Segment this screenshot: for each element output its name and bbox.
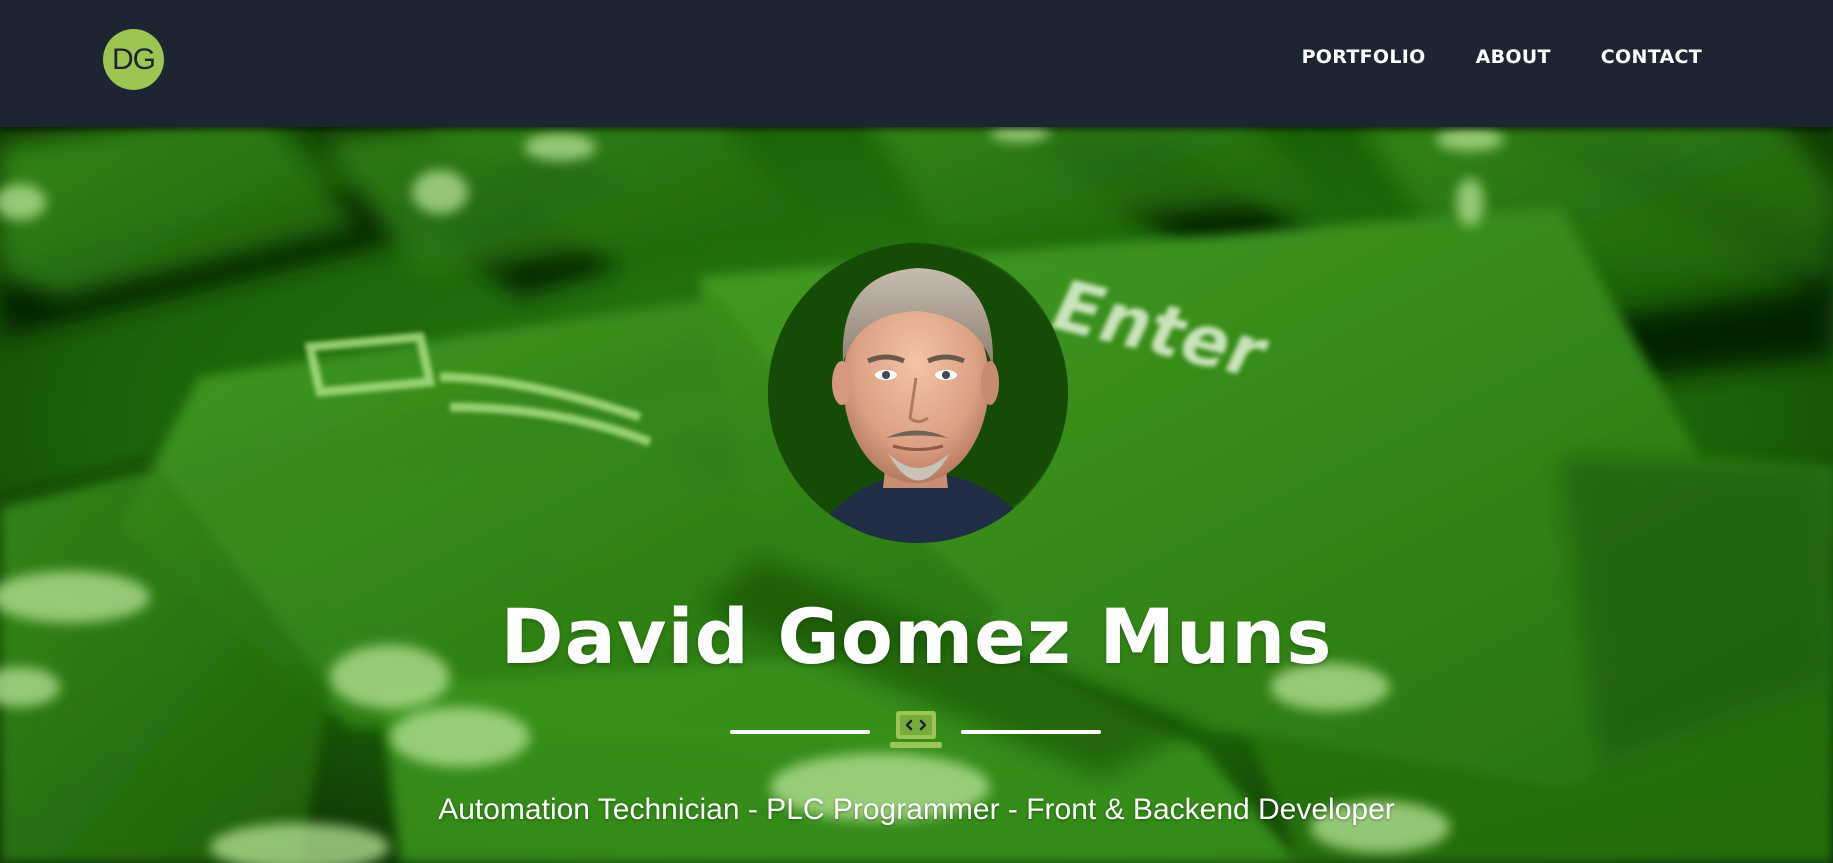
navbar: DG PORTFOLIO ABOUT CONTACT [0, 0, 1833, 127]
divider-line-left [730, 730, 870, 734]
laptop-code-icon [890, 711, 942, 748]
logo-text: DG [112, 42, 156, 76]
star-divider [730, 709, 1101, 753]
hero-section: Enter David Gomez Muns Automation Techni… [0, 127, 1833, 863]
hero-subtitle: Automation Technician - PLC Programmer -… [438, 793, 1395, 826]
nav-links: PORTFOLIO ABOUT CONTACT [1302, 46, 1702, 68]
profile-photo [768, 243, 1068, 543]
nav-link-portfolio[interactable]: PORTFOLIO [1302, 46, 1426, 68]
nav-link-contact[interactable]: CONTACT [1601, 46, 1702, 68]
divider-line-right [961, 730, 1101, 734]
hero-name-heading: David Gomez Muns [500, 592, 1333, 681]
nav-link-about[interactable]: ABOUT [1476, 46, 1551, 68]
logo-badge[interactable]: DG [103, 29, 164, 90]
